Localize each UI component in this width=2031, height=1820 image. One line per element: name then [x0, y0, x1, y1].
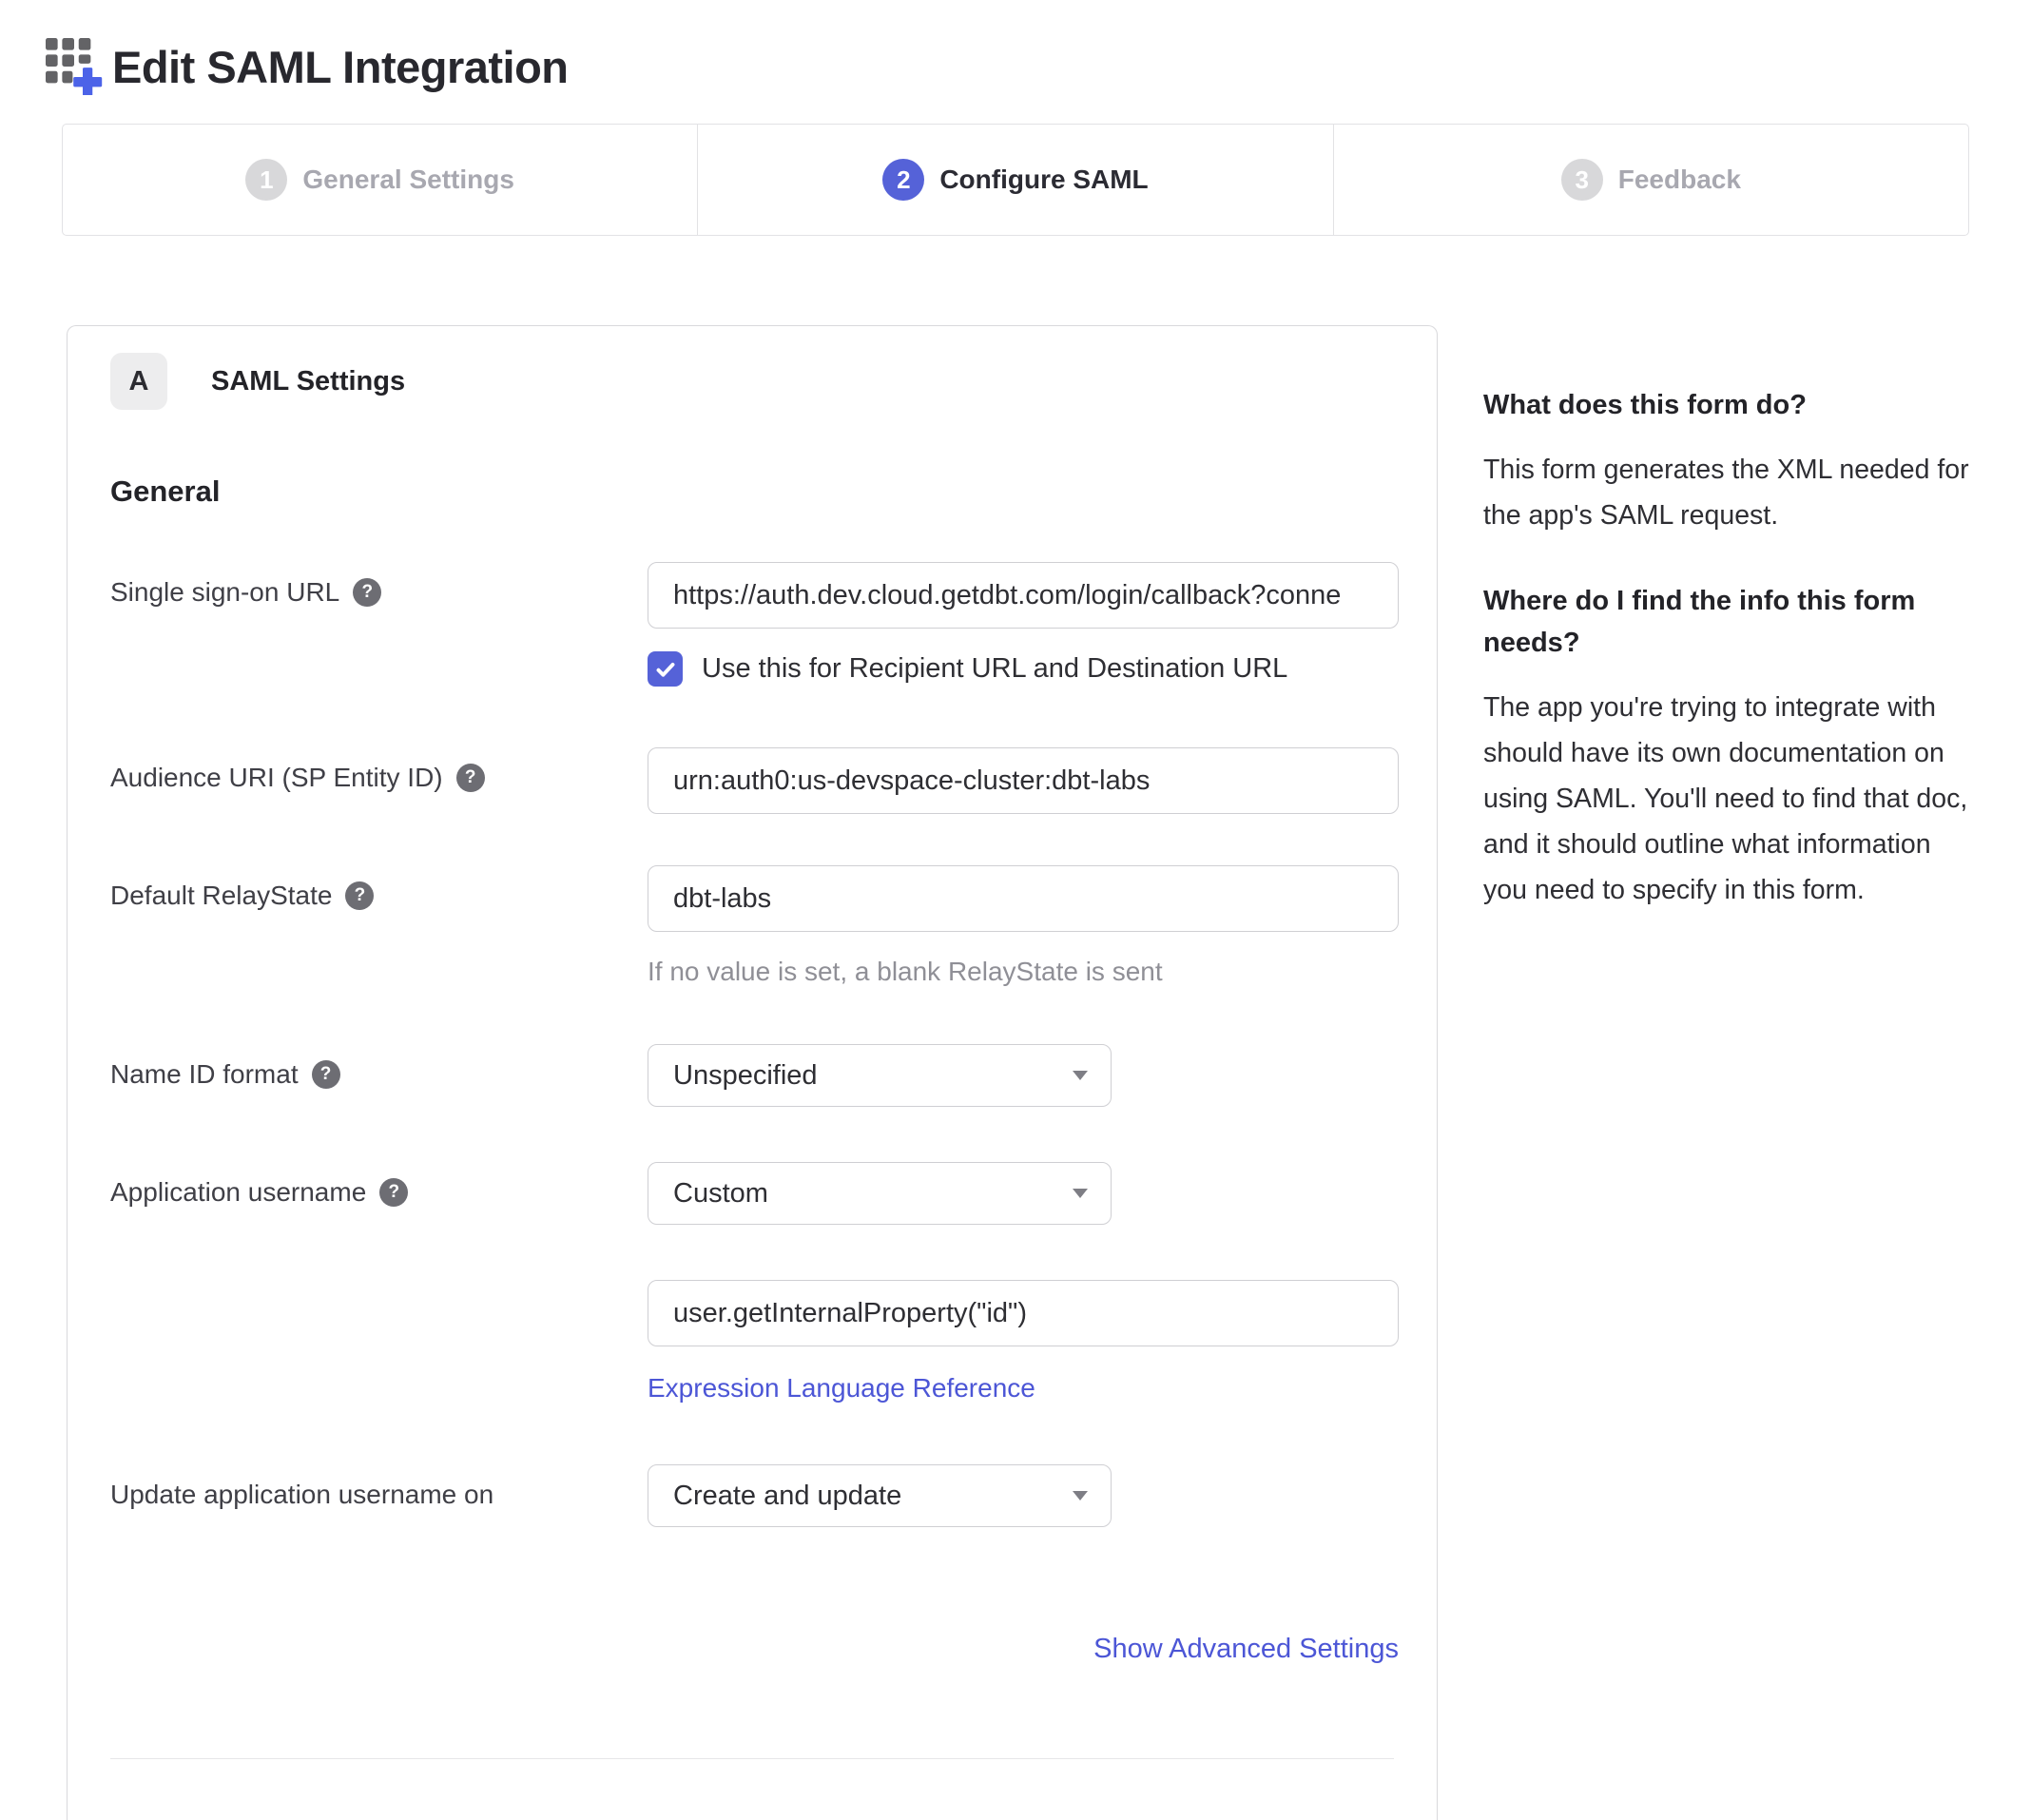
chevron-down-icon	[1073, 1491, 1088, 1501]
show-advanced-settings-link[interactable]: Show Advanced Settings	[1093, 1634, 1399, 1664]
nameid-format-label: Name ID format	[110, 1059, 299, 1090]
app-username-label-cell: Application username ?	[110, 1162, 648, 1208]
app-username-help-icon[interactable]: ?	[379, 1178, 408, 1207]
step-feedback[interactable]: 3 Feedback	[1334, 125, 1968, 235]
relaystate-label-cell: Default RelayState ?	[110, 865, 648, 911]
audience-uri-controls	[648, 747, 1399, 814]
update-username-label-cell: Update application username on	[110, 1464, 648, 1510]
general-section-heading: General	[110, 474, 1394, 509]
recipient-url-checkbox[interactable]	[648, 651, 683, 687]
step-2-label: Configure SAML	[939, 165, 1148, 195]
app-username-controls: Custom Expression Language Reference	[648, 1162, 1399, 1404]
section-a-badge: A	[110, 353, 167, 410]
step-3-badge: 3	[1561, 159, 1603, 201]
app-username-label: Application username	[110, 1177, 366, 1208]
audience-uri-help-icon[interactable]: ?	[456, 764, 485, 792]
nameid-label-cell: Name ID format ?	[110, 1044, 648, 1090]
recipient-url-checkbox-label[interactable]: Use this for Recipient URL and Destinati…	[702, 653, 1287, 685]
panel-header: A SAML Settings	[110, 353, 1394, 410]
update-username-select[interactable]: Create and update	[648, 1464, 1112, 1527]
checkmark-icon	[654, 658, 677, 681]
panel-title: SAML Settings	[211, 366, 405, 397]
app-username-select[interactable]: Custom	[648, 1162, 1112, 1225]
audience-uri-label-cell: Audience URI (SP Entity ID) ?	[110, 747, 648, 793]
update-username-row: Update application username on Create an…	[110, 1464, 1394, 1527]
nameid-controls: Unspecified	[648, 1044, 1394, 1107]
audience-uri-label: Audience URI (SP Entity ID)	[110, 763, 443, 793]
sso-url-label: Single sign-on URL	[110, 577, 339, 608]
saml-app-icon	[46, 38, 103, 95]
sso-url-row: Single sign-on URL ? Use this for Recipi…	[110, 562, 1394, 687]
sso-url-help-icon[interactable]: ?	[353, 578, 381, 607]
update-username-controls: Create and update	[648, 1464, 1394, 1527]
chevron-down-icon	[1073, 1071, 1088, 1080]
audience-uri-row: Audience URI (SP Entity ID) ?	[110, 747, 1394, 814]
relaystate-controls: If no value is set, a blank RelayState i…	[648, 865, 1399, 987]
nameid-help-icon[interactable]: ?	[312, 1060, 340, 1089]
help-answer-1: This form generates the XML needed for t…	[1483, 447, 1982, 538]
help-question-2: Where do I find the info this form needs…	[1483, 580, 1982, 664]
update-username-selected: Create and update	[673, 1481, 901, 1512]
relaystate-row: Default RelayState ? If no value is set,…	[110, 865, 1394, 987]
step-2-badge: 2	[882, 159, 924, 201]
app-username-row: Application username ? Custom Expression…	[110, 1162, 1394, 1404]
saml-settings-panel: A SAML Settings General Single sign-on U…	[67, 325, 1438, 1820]
relaystate-help-icon[interactable]: ?	[345, 881, 374, 910]
step-1-label: General Settings	[302, 165, 514, 195]
step-3-label: Feedback	[1618, 165, 1741, 195]
sso-url-input[interactable]	[648, 562, 1399, 629]
chevron-down-icon	[1073, 1189, 1088, 1198]
wizard-steps: 1 General Settings 2 Configure SAML 3 Fe…	[62, 124, 1969, 236]
sso-checkbox-row: Use this for Recipient URL and Destinati…	[648, 651, 1399, 687]
help-sidebar: What does this form do? This form genera…	[1483, 325, 1982, 913]
update-username-label: Update application username on	[110, 1480, 493, 1510]
nameid-format-selected: Unspecified	[673, 1060, 818, 1092]
nameid-format-row: Name ID format ? Unspecified	[110, 1044, 1394, 1107]
step-general-settings[interactable]: 1 General Settings	[63, 125, 698, 235]
section-divider	[110, 1758, 1394, 1759]
sso-url-label-cell: Single sign-on URL ?	[110, 562, 648, 608]
page-title: Edit SAML Integration	[112, 41, 569, 93]
expression-language-reference-link[interactable]: Expression Language Reference	[648, 1373, 1035, 1404]
main-content: A SAML Settings General Single sign-on U…	[0, 325, 2031, 1820]
help-answer-2: The app you're trying to integrate with …	[1483, 685, 1982, 913]
audience-uri-input[interactable]	[648, 747, 1399, 814]
help-question-1: What does this form do?	[1483, 384, 1982, 426]
relaystate-input[interactable]	[648, 865, 1399, 932]
relaystate-label: Default RelayState	[110, 881, 332, 911]
app-username-selected: Custom	[673, 1178, 768, 1210]
sso-url-controls: Use this for Recipient URL and Destinati…	[648, 562, 1399, 687]
step-configure-saml[interactable]: 2 Configure SAML	[698, 125, 1333, 235]
nameid-format-select[interactable]: Unspecified	[648, 1044, 1112, 1107]
page-header: Edit SAML Integration	[0, 0, 2031, 95]
advanced-settings-row: Show Advanced Settings	[110, 1634, 1399, 1665]
relaystate-helper-text: If no value is set, a blank RelayState i…	[648, 957, 1399, 987]
step-1-badge: 1	[245, 159, 287, 201]
app-username-custom-input[interactable]	[648, 1280, 1399, 1346]
